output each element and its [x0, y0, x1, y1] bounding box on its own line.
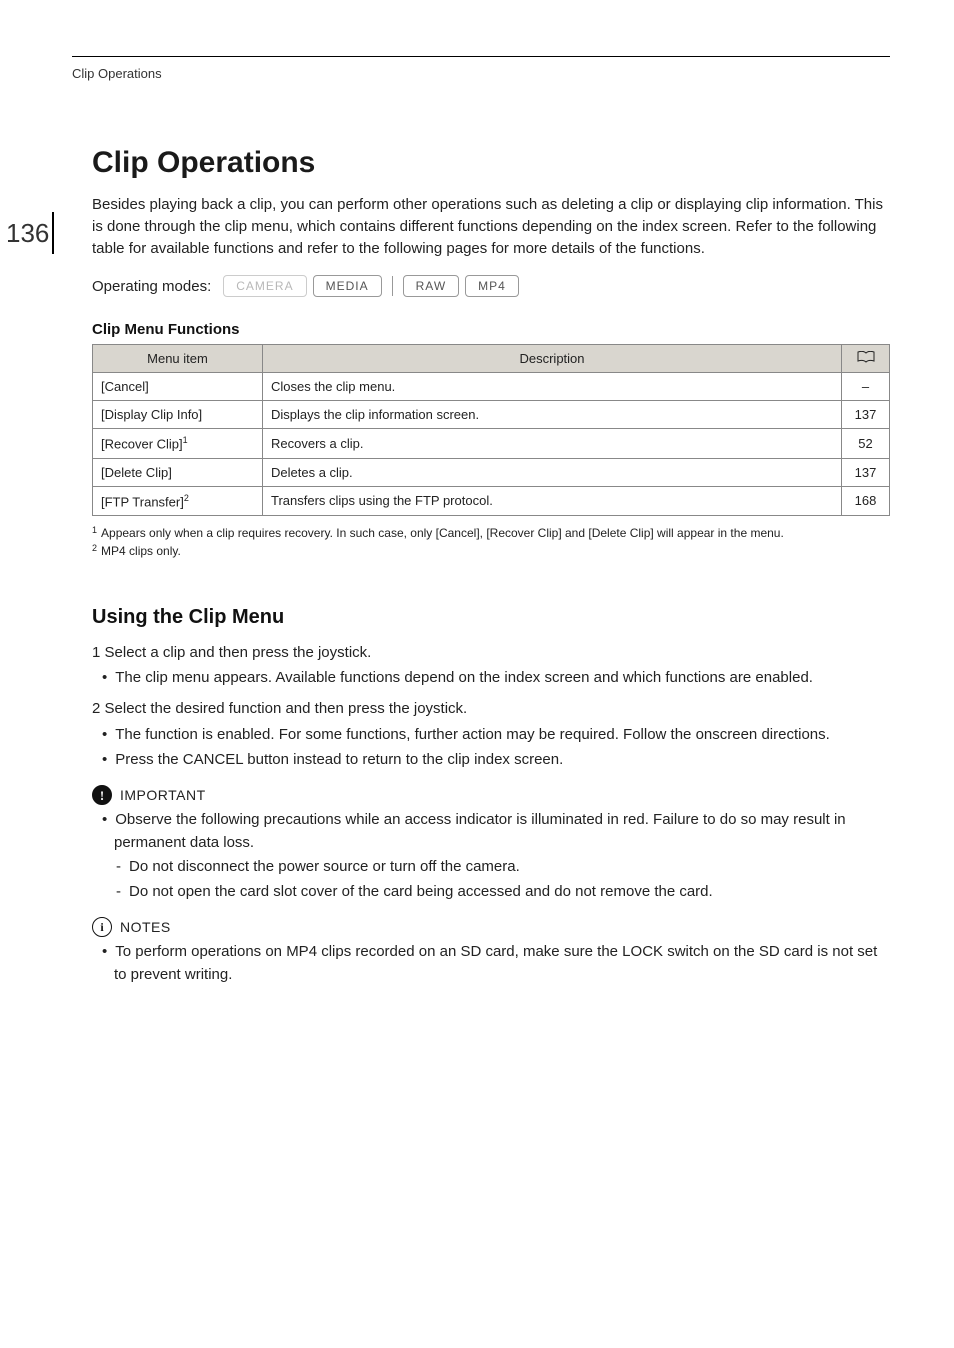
important-bullet: Observe the following precautions while … [92, 809, 890, 854]
cell-page: 52 [842, 429, 890, 458]
cell-menu: [FTP Transfer]2 [93, 486, 263, 515]
notes-body: To perform operations on MP4 clips recor… [92, 941, 890, 986]
page-title: Clip Operations [92, 146, 890, 180]
table-row: [Recover Clip]1 Recovers a clip. 52 [93, 429, 890, 458]
footnote-text: MP4 clips only. [101, 542, 181, 560]
page-number-bar [52, 212, 54, 254]
book-icon [857, 351, 875, 366]
cell-menu-sup: 2 [184, 493, 189, 503]
cell-menu-sup: 1 [183, 435, 188, 445]
footnote: 2MP4 clips only. [92, 542, 890, 560]
footnote-num: 2 [92, 542, 97, 560]
cell-menu: [Cancel] [93, 373, 263, 401]
cell-page: 137 [842, 458, 890, 486]
important-body: Observe the following precautions while … [92, 809, 890, 903]
step-2: 2 Select the desired function and then p… [92, 697, 890, 720]
footnotes: 1Appears only when a clip requires recov… [92, 524, 890, 560]
table-row: [Display Clip Info] Displays the clip in… [93, 401, 890, 429]
page-number: 136 [6, 218, 49, 249]
step-1-bullet: The clip menu appears. Available functio… [92, 666, 890, 689]
operating-modes-label: Operating modes: [92, 278, 211, 295]
mode-media-pill: MEDIA [313, 275, 382, 297]
cell-menu-text: [Delete Clip] [101, 465, 172, 480]
cell-page: – [842, 373, 890, 401]
steps: 1 Select a clip and then press the joyst… [92, 641, 890, 771]
mode-camera-pill: CAMERA [223, 275, 306, 297]
step-2-bullet: Press the CANCEL button instead to retur… [92, 748, 890, 771]
important-icon: ! [92, 785, 112, 805]
cell-menu-text: [FTP Transfer] [101, 494, 184, 509]
section-heading: Using the Clip Menu [92, 606, 890, 629]
th-menu-item: Menu item [93, 345, 263, 373]
important-label-block: ! IMPORTANT [92, 785, 890, 805]
cell-menu: [Display Clip Info] [93, 401, 263, 429]
mode-raw-pill: RAW [403, 275, 460, 297]
table-row: [Delete Clip] Deletes a clip. 137 [93, 458, 890, 486]
intro-paragraph: Besides playing back a clip, you can per… [92, 194, 890, 259]
page: Clip Operations 136 Clip Operations Besi… [0, 0, 954, 1348]
running-header: Clip Operations [72, 66, 162, 81]
table-header-row: Menu item Description [93, 345, 890, 373]
cell-menu: [Recover Clip]1 [93, 429, 263, 458]
content: Clip Operations Besides playing back a c… [72, 56, 890, 986]
top-rule [72, 56, 890, 57]
cell-desc: Deletes a clip. [263, 458, 842, 486]
step-1: 1 Select a clip and then press the joyst… [92, 641, 890, 664]
notes-label: NOTES [120, 919, 171, 935]
cell-menu-text: [Recover Clip] [101, 437, 183, 452]
th-description: Description [263, 345, 842, 373]
footnote: 1Appears only when a clip requires recov… [92, 524, 890, 542]
important-sub: Do not open the card slot cover of the c… [92, 881, 890, 904]
step-2-bullet: The function is enabled. For some functi… [92, 723, 890, 746]
mode-mp4-pill: MP4 [465, 275, 519, 297]
notes-icon: i [92, 917, 112, 937]
cell-menu: [Delete Clip] [93, 458, 263, 486]
mode-separator [392, 276, 393, 296]
cell-desc: Displays the clip information screen. [263, 401, 842, 429]
footnote-text: Appears only when a clip requires recove… [101, 524, 784, 542]
table-row: [Cancel] Closes the clip menu. – [93, 373, 890, 401]
important-sub: Do not disconnect the power source or tu… [92, 856, 890, 879]
cell-page: 137 [842, 401, 890, 429]
table-caption: Clip Menu Functions [92, 321, 890, 338]
clip-menu-table: Menu item Description [Cancel] Closes th… [92, 344, 890, 516]
th-page-ref [842, 345, 890, 373]
operating-modes-row: Operating modes: CAMERA MEDIA RAW MP4 [92, 275, 890, 297]
cell-desc: Transfers clips using the FTP protocol. [263, 486, 842, 515]
cell-desc: Closes the clip menu. [263, 373, 842, 401]
cell-desc: Recovers a clip. [263, 429, 842, 458]
cell-menu-text: [Display Clip Info] [101, 407, 202, 422]
cell-page: 168 [842, 486, 890, 515]
cell-menu-text: [Cancel] [101, 379, 149, 394]
important-label: IMPORTANT [120, 787, 206, 803]
notes-bullet: To perform operations on MP4 clips recor… [92, 941, 890, 986]
table-row: [FTP Transfer]2 Transfers clips using th… [93, 486, 890, 515]
notes-label-block: i NOTES [92, 917, 890, 937]
footnote-num: 1 [92, 524, 97, 542]
